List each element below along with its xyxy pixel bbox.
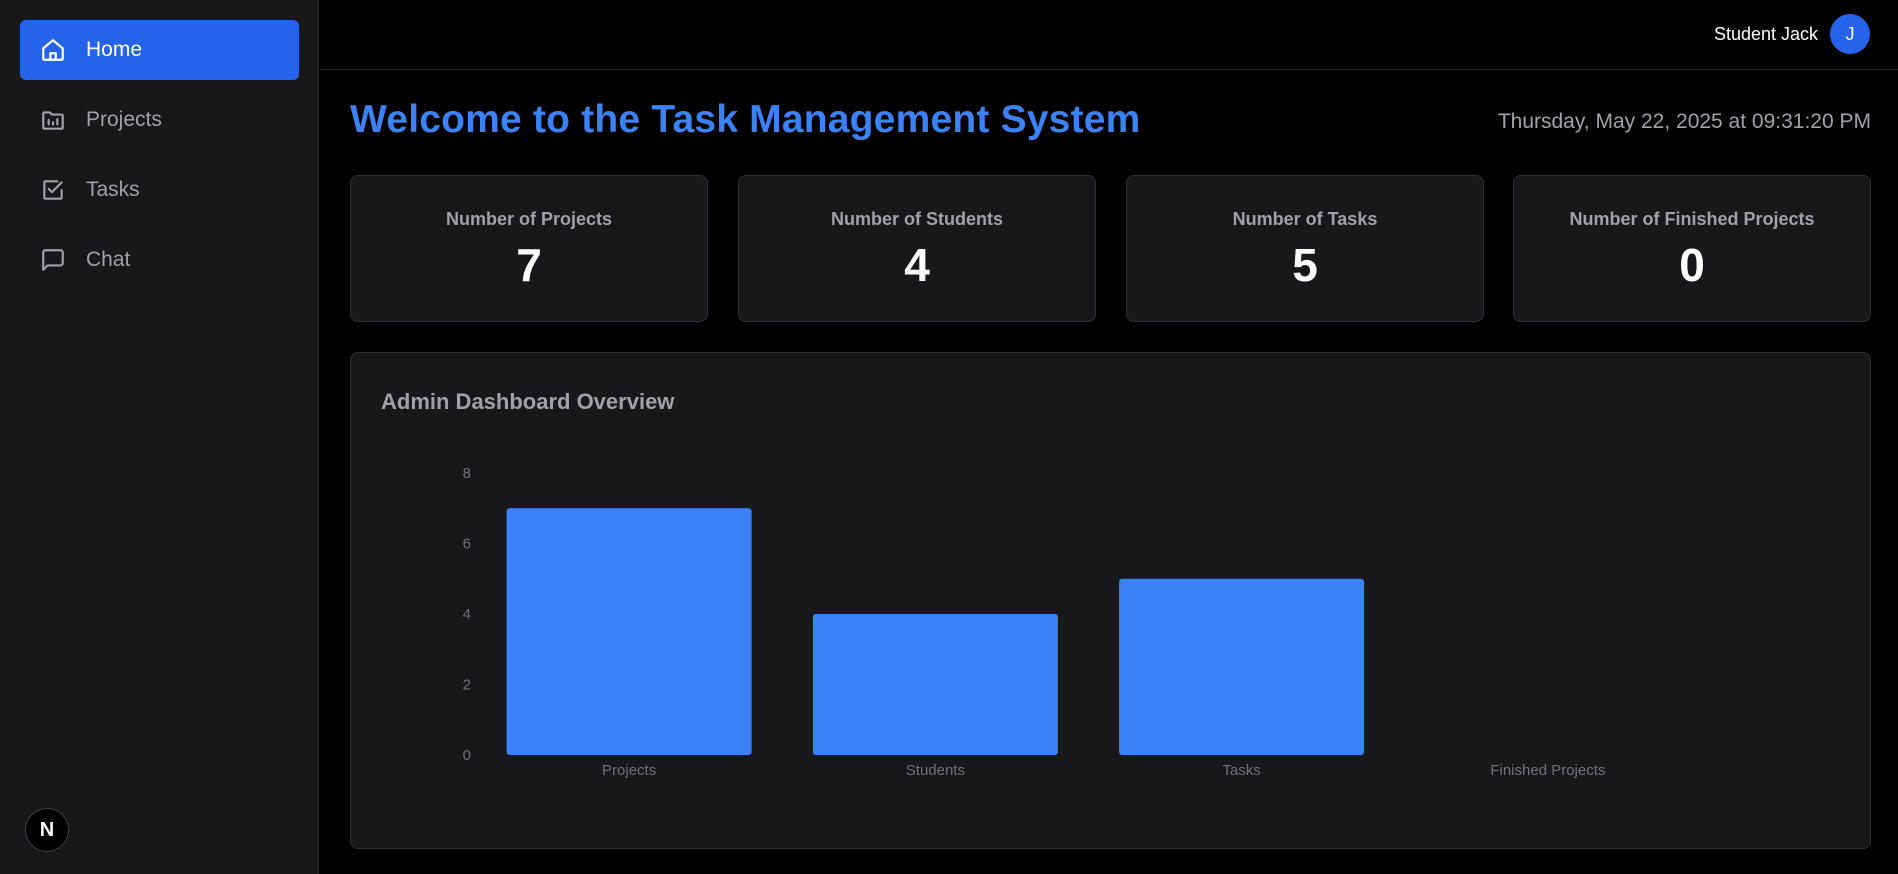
stat-value: 4 bbox=[904, 239, 930, 291]
badge-letter: N bbox=[39, 818, 55, 841]
chat-bubble-icon bbox=[40, 247, 66, 273]
x-tick-label: Finished Projects bbox=[1490, 762, 1605, 779]
sidebar-item-label: Home bbox=[86, 38, 143, 61]
stat-label: Number of Finished Projects bbox=[1569, 209, 1815, 229]
y-tick-label: 0 bbox=[463, 747, 471, 764]
bar-chart: 0 2 4 6 8 Projects Students Tasks Finished Proje… bbox=[463, 465, 1606, 779]
x-tick-label: Tasks bbox=[1222, 762, 1260, 779]
sidebar-item-label: Chat bbox=[86, 248, 131, 271]
bar-students[interactable] bbox=[812, 614, 1058, 755]
folder-chart-icon bbox=[40, 107, 66, 133]
home-icon bbox=[40, 37, 66, 63]
sidebar-item-chat[interactable]: Chat bbox=[20, 230, 299, 290]
y-tick-label: 6 bbox=[463, 536, 471, 553]
avatar[interactable]: J bbox=[1830, 14, 1870, 54]
user-menu[interactable]: Student Jack J bbox=[1714, 14, 1870, 54]
sidebar-item-tasks[interactable]: Tasks bbox=[20, 160, 299, 220]
top-bar: Student Jack J bbox=[320, 0, 1898, 70]
x-tick-label: Projects bbox=[602, 762, 656, 779]
chart-card: Admin Dashboard Overview 0 2 4 6 8 Projects St… bbox=[350, 352, 1871, 849]
stat-card-projects: Number of Projects 7 bbox=[350, 175, 708, 322]
stat-value: 7 bbox=[516, 239, 542, 291]
y-tick-label: 8 bbox=[463, 465, 471, 482]
current-datetime: Thursday, May 22, 2025 at 09:31:20 PM bbox=[1497, 110, 1871, 133]
y-tick-label: 2 bbox=[463, 677, 471, 694]
sidebar-item-projects[interactable]: Projects bbox=[20, 90, 299, 150]
stat-label: Number of Students bbox=[830, 209, 1003, 229]
stat-card-students: Number of Students 4 bbox=[738, 175, 1096, 322]
stat-label: Number of Tasks bbox=[1232, 209, 1378, 229]
x-tick-label: Students bbox=[906, 762, 965, 779]
stat-label: Number of Projects bbox=[445, 209, 613, 229]
sidebar-nav: Home Projects Tasks Chat bbox=[20, 20, 299, 300]
bar-projects[interactable] bbox=[506, 508, 752, 755]
sidebar-item-label: Tasks bbox=[86, 178, 140, 201]
stat-card-finished-projects: Number of Finished Projects 0 bbox=[1513, 175, 1871, 322]
stat-value: 0 bbox=[1679, 239, 1705, 291]
stat-card-tasks: Number of Tasks 5 bbox=[1126, 175, 1484, 322]
user-name: Student Jack bbox=[1713, 23, 1818, 44]
bar-tasks[interactable] bbox=[1119, 578, 1365, 755]
sidebar-item-home[interactable]: Home bbox=[20, 20, 299, 80]
sidebar-item-label: Projects bbox=[86, 108, 162, 131]
checkbox-icon bbox=[40, 177, 66, 203]
framework-badge[interactable]: N bbox=[25, 808, 69, 852]
page-title: Welcome to the Task Management System bbox=[350, 98, 1141, 141]
sidebar: Home Projects Tasks Chat N bbox=[0, 0, 319, 874]
y-tick-label: 4 bbox=[463, 606, 471, 623]
stat-value: 5 bbox=[1292, 239, 1318, 291]
